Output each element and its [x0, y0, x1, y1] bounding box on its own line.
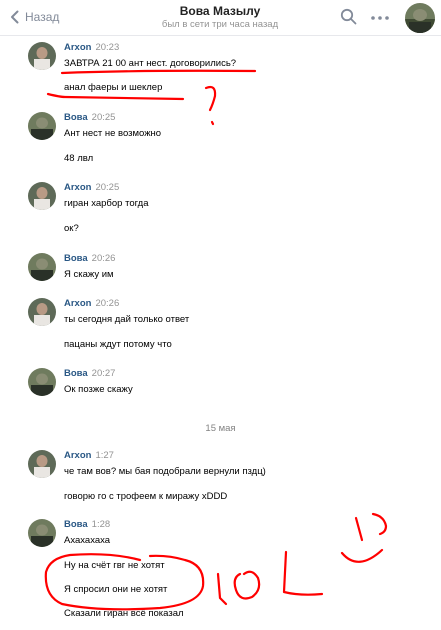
arxon-avatar[interactable]	[28, 182, 56, 210]
message-meta: Вова 20:25	[64, 112, 115, 126]
message-text: Ахахахаха	[64, 535, 111, 546]
message-text: Ок позже скажу	[64, 384, 133, 395]
vova-avatar[interactable]	[28, 112, 56, 140]
message-text: гиран харбор тогда	[64, 198, 149, 209]
back-button[interactable]: Назад	[10, 8, 59, 26]
arxon-avatar[interactable]	[28, 42, 56, 70]
message-text: Я спросил они не хотят	[64, 584, 168, 595]
chevron-left-icon	[11, 10, 19, 24]
author-name[interactable]: Arxon	[64, 298, 91, 309]
back-label: Назад	[25, 10, 60, 24]
message-time: 20:23	[95, 42, 120, 53]
author-name[interactable]: Вова	[64, 253, 88, 264]
message-text: анал фаеры и шеклер	[64, 82, 163, 93]
message-time: 20:26	[91, 253, 116, 264]
message-text: пацаны ждут потому что	[64, 339, 172, 350]
message-text: ты сегодня дай только ответ	[64, 314, 190, 325]
search-icon[interactable]	[340, 8, 357, 25]
author-name[interactable]: Вова	[64, 519, 88, 530]
message-text: Я скажу им	[64, 269, 114, 280]
message-text: ЗАВТРА 21 00 ант нест. договорились?	[64, 58, 237, 69]
chat-header: Назад Вова Мазылу был в сети три часа на…	[0, 0, 441, 36]
arxon-avatar[interactable]	[28, 298, 56, 326]
message-text: Ант нест не возможно	[64, 128, 162, 139]
more-icon[interactable]	[371, 16, 389, 20]
arxon-avatar[interactable]	[28, 450, 56, 478]
message-feed[interactable]: Arxon 20:23 ЗАВТРА 21 00 ант нест. догово…	[0, 36, 441, 630]
author-name[interactable]: Вова	[64, 368, 88, 379]
chat-title: Вова Мазылу	[179, 4, 261, 18]
message-text: че там вов? мы бая подобрали вернули пзд…	[64, 466, 266, 477]
date-separator: 15 мая	[205, 423, 236, 434]
author-name[interactable]: Arxon	[64, 182, 91, 193]
message-text: 48 лвл	[64, 153, 94, 164]
author-name[interactable]: Вова	[64, 112, 88, 123]
message-text: Ну на счёт гвг не хотят	[64, 560, 165, 571]
message-meta: Arxon 20:23	[64, 42, 119, 56]
vova-avatar[interactable]	[28, 519, 56, 547]
message-time: 20:25	[91, 112, 116, 123]
message-text: говорю го с трофеем к миражу xDDD	[64, 491, 228, 502]
message-time: 1:27	[95, 450, 114, 461]
message-meta: Arxon 20:26	[64, 298, 119, 312]
message-text: Сказали гиран всё показал	[64, 608, 184, 619]
chat-title-block[interactable]: Вова Мазылу был в сети три часа назад	[120, 4, 320, 31]
message-meta: Вова 20:26	[64, 253, 115, 267]
message-time: 1:28	[91, 519, 111, 530]
message-meta: Arxon 20:25	[64, 182, 119, 196]
message-meta: Вова 20:27	[64, 368, 115, 382]
message-time: 20:25	[95, 182, 120, 193]
message-meta: Arxon 1:27	[64, 450, 114, 464]
vova-avatar[interactable]	[28, 253, 56, 281]
message-time: 20:27	[91, 368, 116, 379]
author-name[interactable]: Arxon	[64, 42, 91, 53]
message-text: ок?	[64, 223, 79, 234]
message-time: 20:26	[95, 298, 120, 309]
vova-avatar[interactable]	[28, 368, 56, 396]
contact-avatar[interactable]	[405, 3, 435, 33]
author-name[interactable]: Arxon	[64, 450, 91, 461]
online-status: был в сети три часа назад	[161, 19, 279, 30]
message-meta: Вова 1:28	[64, 519, 110, 533]
